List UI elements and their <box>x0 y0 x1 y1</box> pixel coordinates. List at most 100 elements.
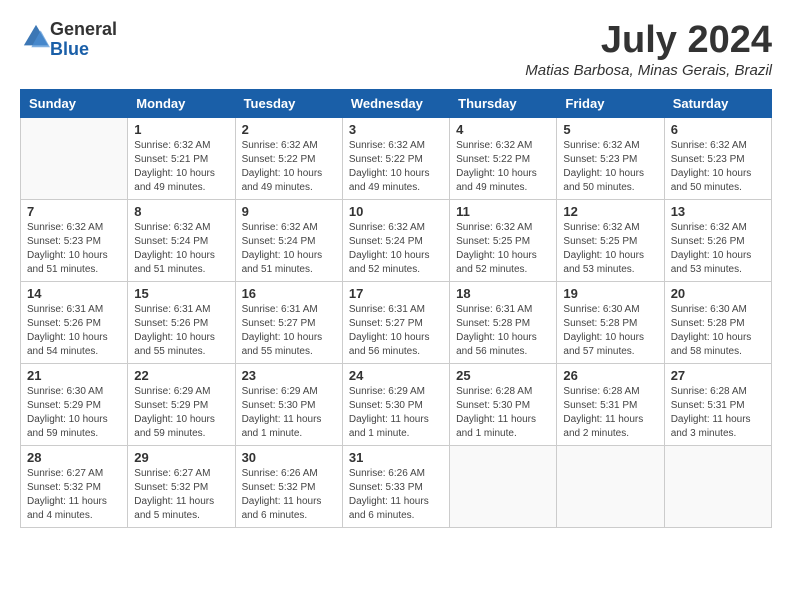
day-info: Sunrise: 6:32 AM Sunset: 5:22 PM Dayligh… <box>456 139 550 195</box>
logo-icon <box>22 23 50 51</box>
day-number: 13 <box>671 204 765 219</box>
day-info: Sunrise: 6:26 AM Sunset: 5:33 PM Dayligh… <box>349 467 443 523</box>
day-cell: 13 Sunrise: 6:32 AM Sunset: 5:26 PM Dayli… <box>664 199 771 281</box>
day-number: 1 <box>134 122 228 137</box>
day-cell: 30 Sunrise: 6:26 AM Sunset: 5:32 PM Dayli… <box>235 445 342 527</box>
day-number: 27 <box>671 368 765 383</box>
day-info: Sunrise: 6:30 AM Sunset: 5:29 PM Dayligh… <box>27 385 121 441</box>
day-info: Sunrise: 6:30 AM Sunset: 5:28 PM Dayligh… <box>563 303 657 359</box>
day-number: 25 <box>456 368 550 383</box>
day-cell: 27 Sunrise: 6:28 AM Sunset: 5:31 PM Dayli… <box>664 363 771 445</box>
day-info: Sunrise: 6:32 AM Sunset: 5:25 PM Dayligh… <box>563 221 657 277</box>
title-area: July 2024 Matias Barbosa, Minas Gerais, … <box>525 20 772 79</box>
logo-blue: Blue <box>50 39 89 59</box>
logo-general: General <box>50 19 117 39</box>
day-info: Sunrise: 6:31 AM Sunset: 5:26 PM Dayligh… <box>27 303 121 359</box>
day-info: Sunrise: 6:32 AM Sunset: 5:26 PM Dayligh… <box>671 221 765 277</box>
day-info: Sunrise: 6:30 AM Sunset: 5:28 PM Dayligh… <box>671 303 765 359</box>
location-title: Matias Barbosa, Minas Gerais, Brazil <box>525 62 772 79</box>
day-info: Sunrise: 6:32 AM Sunset: 5:23 PM Dayligh… <box>563 139 657 195</box>
logo-text: General Blue <box>50 20 117 60</box>
calendar-table: SundayMondayTuesdayWednesdayThursdayFrid… <box>20 89 772 528</box>
day-cell: 22 Sunrise: 6:29 AM Sunset: 5:29 PM Dayli… <box>128 363 235 445</box>
day-number: 2 <box>242 122 336 137</box>
header-sunday: Sunday <box>21 89 128 117</box>
day-cell: 1 Sunrise: 6:32 AM Sunset: 5:21 PM Daylig… <box>128 117 235 199</box>
header-monday: Monday <box>128 89 235 117</box>
day-number: 3 <box>349 122 443 137</box>
day-info: Sunrise: 6:32 AM Sunset: 5:22 PM Dayligh… <box>349 139 443 195</box>
day-info: Sunrise: 6:31 AM Sunset: 5:28 PM Dayligh… <box>456 303 550 359</box>
day-number: 7 <box>27 204 121 219</box>
week-row-4: 21 Sunrise: 6:30 AM Sunset: 5:29 PM Dayli… <box>21 363 772 445</box>
day-info: Sunrise: 6:28 AM Sunset: 5:31 PM Dayligh… <box>671 385 765 441</box>
day-cell: 24 Sunrise: 6:29 AM Sunset: 5:30 PM Dayli… <box>342 363 449 445</box>
day-info: Sunrise: 6:32 AM Sunset: 5:23 PM Dayligh… <box>27 221 121 277</box>
day-cell: 15Sunrise: 6:31 AM Sunset: 5:26 PM Dayli… <box>128 281 235 363</box>
day-info: Sunrise: 6:32 AM Sunset: 5:22 PM Dayligh… <box>242 139 336 195</box>
day-info: Sunrise: 6:32 AM Sunset: 5:23 PM Dayligh… <box>671 139 765 195</box>
header-thursday: Thursday <box>450 89 557 117</box>
day-number: 6 <box>671 122 765 137</box>
week-row-3: 14 Sunrise: 6:31 AM Sunset: 5:26 PM Dayli… <box>21 281 772 363</box>
day-info: Sunrise: 6:32 AM Sunset: 5:24 PM Dayligh… <box>242 221 336 277</box>
day-info: Sunrise: 6:27 AM Sunset: 5:32 PM Dayligh… <box>27 467 121 523</box>
day-number: 10 <box>349 204 443 219</box>
day-cell: 29 Sunrise: 6:27 AM Sunset: 5:32 PM Dayli… <box>128 445 235 527</box>
day-info: Sunrise: 6:31 AM Sunset: 5:27 PM Dayligh… <box>349 303 443 359</box>
day-info: Sunrise: 6:29 AM Sunset: 5:30 PM Dayligh… <box>242 385 336 441</box>
day-info: Sunrise: 6:32 AM Sunset: 5:25 PM Dayligh… <box>456 221 550 277</box>
day-number: 21 <box>27 368 121 383</box>
day-number: 22 <box>134 368 228 383</box>
day-info: Sunrise: 6:31 AM Sunset: 5:26 PM Dayligh… <box>134 303 228 359</box>
week-row-5: 28 Sunrise: 6:27 AM Sunset: 5:32 PM Dayli… <box>21 445 772 527</box>
day-info: Sunrise: 6:29 AM Sunset: 5:29 PM Dayligh… <box>134 385 228 441</box>
day-number: 5 <box>563 122 657 137</box>
day-info: Sunrise: 6:26 AM Sunset: 5:32 PM Dayligh… <box>242 467 336 523</box>
day-info: Sunrise: 6:29 AM Sunset: 5:30 PM Dayligh… <box>349 385 443 441</box>
day-number: 17 <box>349 286 443 301</box>
day-number: 9 <box>242 204 336 219</box>
day-number: 14 <box>27 286 121 301</box>
logo: General Blue <box>20 20 117 60</box>
day-number: 20 <box>671 286 765 301</box>
day-cell: 7 Sunrise: 6:32 AM Sunset: 5:23 PM Daylig… <box>21 199 128 281</box>
day-cell: 18Sunrise: 6:31 AM Sunset: 5:28 PM Dayli… <box>450 281 557 363</box>
day-number: 19 <box>563 286 657 301</box>
day-number: 24 <box>349 368 443 383</box>
day-number: 4 <box>456 122 550 137</box>
day-info: Sunrise: 6:28 AM Sunset: 5:30 PM Dayligh… <box>456 385 550 441</box>
day-info: Sunrise: 6:31 AM Sunset: 5:27 PM Dayligh… <box>242 303 336 359</box>
day-cell: 2 Sunrise: 6:32 AM Sunset: 5:22 PM Daylig… <box>235 117 342 199</box>
day-cell: 31 Sunrise: 6:26 AM Sunset: 5:33 PM Dayli… <box>342 445 449 527</box>
day-cell: 26Sunrise: 6:28 AM Sunset: 5:31 PM Dayli… <box>557 363 664 445</box>
day-number: 30 <box>242 450 336 465</box>
day-cell: 23 Sunrise: 6:29 AM Sunset: 5:30 PM Dayli… <box>235 363 342 445</box>
day-cell: 12Sunrise: 6:32 AM Sunset: 5:25 PM Dayli… <box>557 199 664 281</box>
day-cell: 11 Sunrise: 6:32 AM Sunset: 5:25 PM Dayli… <box>450 199 557 281</box>
day-cell: 5 Sunrise: 6:32 AM Sunset: 5:23 PM Daylig… <box>557 117 664 199</box>
day-info: Sunrise: 6:32 AM Sunset: 5:21 PM Dayligh… <box>134 139 228 195</box>
day-info: Sunrise: 6:28 AM Sunset: 5:31 PM Dayligh… <box>563 385 657 441</box>
day-cell: 9 Sunrise: 6:32 AM Sunset: 5:24 PM Daylig… <box>235 199 342 281</box>
week-row-1: 1 Sunrise: 6:32 AM Sunset: 5:21 PM Daylig… <box>21 117 772 199</box>
day-number: 29 <box>134 450 228 465</box>
day-cell: 4 Sunrise: 6:32 AM Sunset: 5:22 PM Daylig… <box>450 117 557 199</box>
calendar-header-row: SundayMondayTuesdayWednesdayThursdayFrid… <box>21 89 772 117</box>
day-number: 11 <box>456 204 550 219</box>
day-cell: 25 Sunrise: 6:28 AM Sunset: 5:30 PM Dayli… <box>450 363 557 445</box>
header-friday: Friday <box>557 89 664 117</box>
day-cell <box>21 117 128 199</box>
header-wednesday: Wednesday <box>342 89 449 117</box>
day-number: 31 <box>349 450 443 465</box>
week-row-2: 7 Sunrise: 6:32 AM Sunset: 5:23 PM Daylig… <box>21 199 772 281</box>
day-cell: 10 Sunrise: 6:32 AM Sunset: 5:24 PM Dayli… <box>342 199 449 281</box>
day-number: 23 <box>242 368 336 383</box>
day-cell: 14 Sunrise: 6:31 AM Sunset: 5:26 PM Dayli… <box>21 281 128 363</box>
day-cell: 21 Sunrise: 6:30 AM Sunset: 5:29 PM Dayli… <box>21 363 128 445</box>
day-info: Sunrise: 6:27 AM Sunset: 5:32 PM Dayligh… <box>134 467 228 523</box>
day-cell <box>557 445 664 527</box>
day-number: 28 <box>27 450 121 465</box>
day-cell: 6 Sunrise: 6:32 AM Sunset: 5:23 PM Daylig… <box>664 117 771 199</box>
day-info: Sunrise: 6:32 AM Sunset: 5:24 PM Dayligh… <box>349 221 443 277</box>
